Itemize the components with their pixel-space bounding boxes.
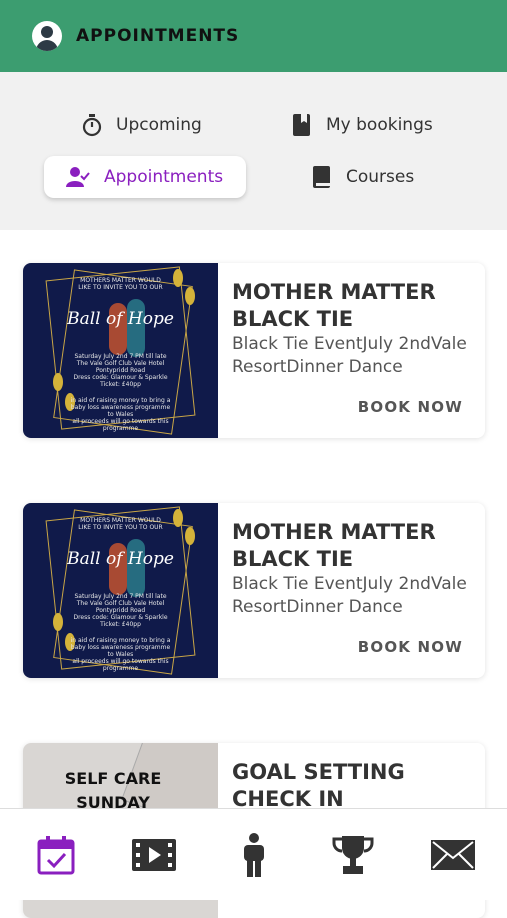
tab-courses-label: Courses (346, 167, 415, 187)
event-image: MOTHERS MATTER WOULD LIKE TO INVITE YOU … (23, 503, 218, 678)
event-description: Black Tie EventJuly 2ndVale ResortDinner… (232, 574, 467, 617)
event-title: MOTHER MATTER BLACK TIE (232, 520, 436, 571)
stopwatch-icon (82, 114, 102, 137)
event-card[interactable]: MOTHERS MATTER WOULD LIKE TO INVITE YOU … (23, 263, 485, 438)
trophy-icon (332, 836, 374, 874)
nav-profile[interactable] (230, 833, 278, 877)
book-now-button[interactable]: BOOK NOW (358, 398, 463, 416)
book-icon (313, 166, 330, 188)
nav-achievements[interactable] (329, 833, 377, 877)
event-title: GOAL SETTING CHECK IN (232, 760, 405, 811)
event-title: MOTHER MATTER BLACK TIE (232, 280, 436, 331)
page-title: APPOINTMENTS (76, 26, 240, 46)
mail-icon (431, 840, 475, 870)
avatar[interactable] (32, 21, 62, 51)
user-check-icon (66, 167, 90, 187)
event-image: MOTHERS MATTER WOULD LIKE TO INVITE YOU … (23, 263, 218, 438)
book-now-button[interactable]: BOOK NOW (358, 638, 463, 656)
app-header: APPOINTMENTS (0, 0, 507, 72)
tab-upcoming-label: Upcoming (116, 115, 202, 135)
bookmark-book-icon (293, 114, 310, 136)
nav-videos[interactable] (130, 833, 178, 877)
person-icon (244, 833, 264, 877)
tab-upcoming[interactable]: Upcoming (82, 112, 202, 138)
video-icon (132, 839, 176, 871)
tab-appointments[interactable]: Appointments (44, 156, 246, 198)
filter-tabs: Upcoming My bookings Appointments Course… (0, 72, 507, 230)
tab-my-bookings[interactable]: My bookings (292, 112, 433, 138)
bottom-nav (0, 808, 507, 900)
tab-appointments-label: Appointments (104, 167, 224, 187)
event-description: Black Tie EventJuly 2ndVale ResortDinner… (232, 334, 467, 377)
event-card[interactable]: MOTHERS MATTER WOULD LIKE TO INVITE YOU … (23, 503, 485, 678)
nav-calendar[interactable] (32, 833, 80, 877)
calendar-icon (37, 836, 75, 875)
tab-courses[interactable]: Courses (312, 164, 414, 190)
nav-messages[interactable] (429, 833, 477, 877)
tab-my-bookings-label: My bookings (326, 115, 433, 135)
